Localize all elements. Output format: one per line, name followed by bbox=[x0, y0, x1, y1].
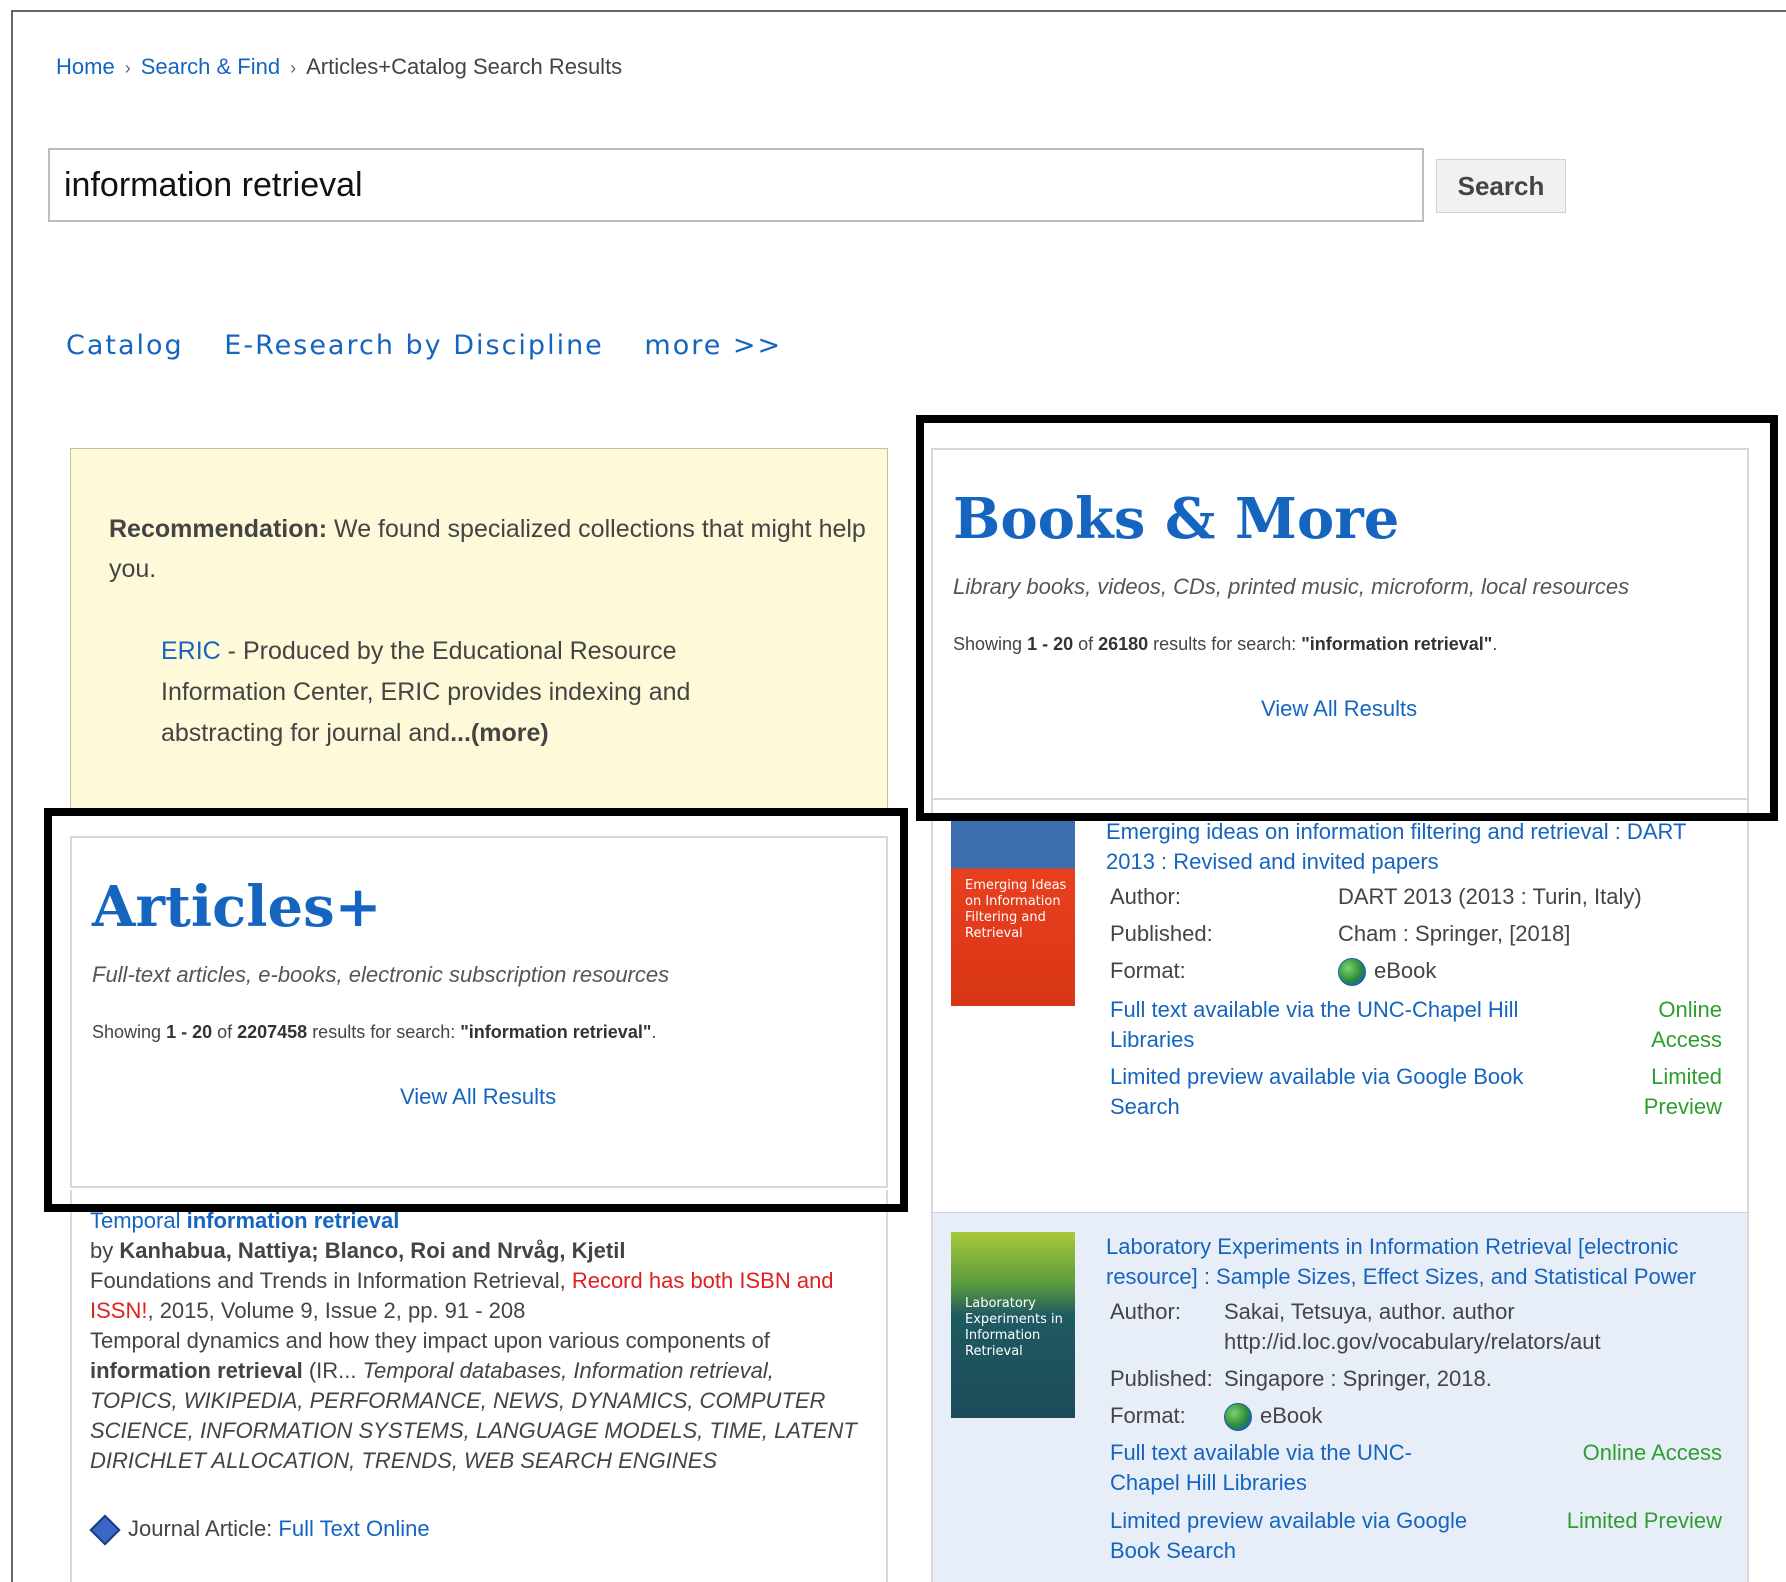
full-text-link[interactable]: Full text available via the UNC-Chapel H… bbox=[1110, 995, 1550, 1055]
count-mid: results for search: bbox=[1148, 634, 1302, 654]
articles-plus-title: Articles+ bbox=[92, 874, 382, 940]
article-abstract: Temporal dynamics and how they impact up… bbox=[90, 1326, 860, 1476]
breadcrumb-separator: › bbox=[124, 58, 131, 78]
book-cover-text: Emerging Ideas on Information Filtering … bbox=[965, 878, 1067, 941]
format-label: Format: bbox=[1110, 958, 1186, 983]
format-label: Format: bbox=[1110, 1403, 1186, 1428]
count-range: 1 - 20 bbox=[166, 1022, 213, 1042]
ebook-icon bbox=[1224, 1403, 1252, 1432]
article-source: Foundations and Trends in Information Re… bbox=[90, 1266, 860, 1326]
count-prefix: Showing bbox=[953, 634, 1028, 654]
online-access-status: Online Access bbox=[1651, 997, 1722, 1052]
recommendation-box: Recommendation: We found specialized col… bbox=[70, 448, 888, 813]
books-more-count: Showing 1 - 20 of 26180 results for sear… bbox=[953, 634, 1497, 655]
count-end: . bbox=[1492, 634, 1498, 654]
author-value: Sakai, Tetsuya, author. author http://id… bbox=[1224, 1299, 1601, 1354]
google-preview-link[interactable]: Limited preview available via Google Boo… bbox=[1110, 1506, 1510, 1566]
search-scope-tabs: Catalog E-Research by Discipline more >> bbox=[66, 330, 812, 361]
count-of: of bbox=[1073, 634, 1099, 654]
count-mid: results for search: bbox=[307, 1022, 461, 1042]
eric-recommendation: ERIC - Produced by the Educational Resou… bbox=[161, 631, 801, 754]
tab-catalog[interactable]: Catalog bbox=[66, 330, 184, 361]
books-view-all-link[interactable]: View All Results bbox=[1261, 696, 1417, 722]
articles-view-all-link[interactable]: View All Results bbox=[400, 1084, 556, 1110]
article-authors: by Kanhabua, Nattiya; Blanco, Roi and Nr… bbox=[90, 1236, 860, 1266]
book-cover-laboratory-experiments[interactable]: Laboratory Experiments in Information Re… bbox=[951, 1232, 1075, 1418]
tab-more[interactable]: more >> bbox=[644, 330, 782, 361]
count-query: "information retrieval" bbox=[460, 1022, 652, 1042]
limited-preview-status: Limited Preview bbox=[1566, 1508, 1722, 1533]
book-cover-emerging-ideas[interactable]: Emerging Ideas on Information Filtering … bbox=[951, 820, 1075, 1006]
full-text-online-link[interactable]: Full Text Online bbox=[278, 1516, 429, 1541]
article-type: Journal Article: bbox=[128, 1516, 279, 1541]
author-value: DART 2013 (2013 : Turin, Italy) bbox=[1338, 884, 1642, 909]
ebook-icon bbox=[1338, 958, 1366, 987]
article-title-link[interactable]: Temporal information retrieval bbox=[90, 1206, 860, 1236]
count-total: 26180 bbox=[1098, 634, 1149, 654]
count-query: "information retrieval" bbox=[1301, 634, 1493, 654]
books-more-title: Books & More bbox=[953, 486, 1400, 552]
full-text-link[interactable]: Full text available via the UNC-Chapel H… bbox=[1110, 1438, 1440, 1498]
count-of: of bbox=[212, 1022, 238, 1042]
count-total: 2207458 bbox=[237, 1022, 308, 1042]
articles-plus-count: Showing 1 - 20 of 2207458 results for se… bbox=[92, 1022, 656, 1043]
eric-description: - Produced by the Educational Resource I… bbox=[161, 637, 691, 747]
breadcrumb-home-link[interactable]: Home bbox=[56, 54, 115, 79]
article-author-names: Kanhabua, Nattiya; Blanco, Roi and Nrvåg… bbox=[119, 1238, 626, 1263]
published-label: Published: bbox=[1110, 921, 1213, 946]
format-text: eBook bbox=[1260, 1403, 1323, 1428]
abstract-end: (IR... bbox=[302, 1358, 363, 1383]
published-label: Published: bbox=[1110, 1366, 1213, 1391]
published-value: Cham : Springer, [2018] bbox=[1338, 921, 1571, 946]
breadcrumb-separator: › bbox=[290, 58, 297, 78]
article-access: Journal Article: Full Text Online bbox=[89, 1514, 860, 1546]
limited-preview-status: Limited Preview bbox=[1643, 1064, 1722, 1119]
article-journal: Foundations and Trends in Information Re… bbox=[90, 1268, 572, 1293]
published-value: Singapore : Springer, 2018. bbox=[1224, 1366, 1492, 1391]
journal-article-icon bbox=[89, 1514, 121, 1546]
book-title-link[interactable]: Emerging ideas on information filtering … bbox=[1106, 817, 1726, 877]
format-text: eBook bbox=[1374, 958, 1437, 983]
author-label: Author: bbox=[1110, 1299, 1181, 1324]
search-button[interactable]: Search bbox=[1436, 159, 1566, 213]
count-prefix: Showing bbox=[92, 1022, 167, 1042]
article-title-prefix: Temporal bbox=[90, 1208, 187, 1233]
google-preview-link[interactable]: Limited preview available via Google Boo… bbox=[1110, 1062, 1550, 1122]
abstract-bold: information retrieval bbox=[90, 1358, 303, 1383]
breadcrumb-search-find-link[interactable]: Search & Find bbox=[141, 54, 280, 79]
format-value: eBook bbox=[1224, 1401, 1323, 1432]
article-details: , 2015, Volume 9, Issue 2, pp. 91 - 208 bbox=[147, 1298, 526, 1323]
article-by: by bbox=[90, 1238, 120, 1263]
count-range: 1 - 20 bbox=[1027, 634, 1074, 654]
recommendation-text: Recommendation: We found specialized col… bbox=[109, 509, 869, 589]
format-value: eBook bbox=[1338, 956, 1437, 987]
breadcrumb-current: Articles+Catalog Search Results bbox=[306, 54, 623, 79]
articles-plus-panel: Articles+ Full-text articles, e-books, e… bbox=[70, 836, 888, 1188]
recommendation-heading: Recommendation: bbox=[109, 515, 328, 543]
eric-more-link[interactable]: (more) bbox=[471, 719, 549, 747]
book-cover-text: Laboratory Experiments in Information Re… bbox=[965, 1296, 1063, 1359]
author-label: Author: bbox=[1110, 884, 1181, 909]
eric-link[interactable]: ERIC bbox=[161, 637, 221, 665]
books-more-panel: Books & More Library books, videos, CDs,… bbox=[931, 448, 1749, 800]
book-title-link[interactable]: Laboratory Experiments in Information Re… bbox=[1106, 1232, 1726, 1292]
books-more-subtitle: Library books, videos, CDs, printed musi… bbox=[953, 574, 1630, 599]
online-access-status: Online Access bbox=[1582, 1440, 1722, 1465]
count-end: . bbox=[651, 1022, 657, 1042]
breadcrumb: Home › Search & Find › Articles+Catalog Sear… bbox=[56, 54, 622, 80]
article-title-bold: information retrieval bbox=[186, 1208, 400, 1233]
search-input[interactable] bbox=[48, 148, 1424, 222]
articles-plus-subtitle: Full-text articles, e-books, electronic … bbox=[92, 962, 670, 987]
eric-ellipsis: ... bbox=[450, 719, 471, 747]
tab-e-research[interactable]: E-Research by Discipline bbox=[224, 330, 604, 361]
abstract-start: Temporal dynamics and how they impact up… bbox=[90, 1328, 770, 1353]
